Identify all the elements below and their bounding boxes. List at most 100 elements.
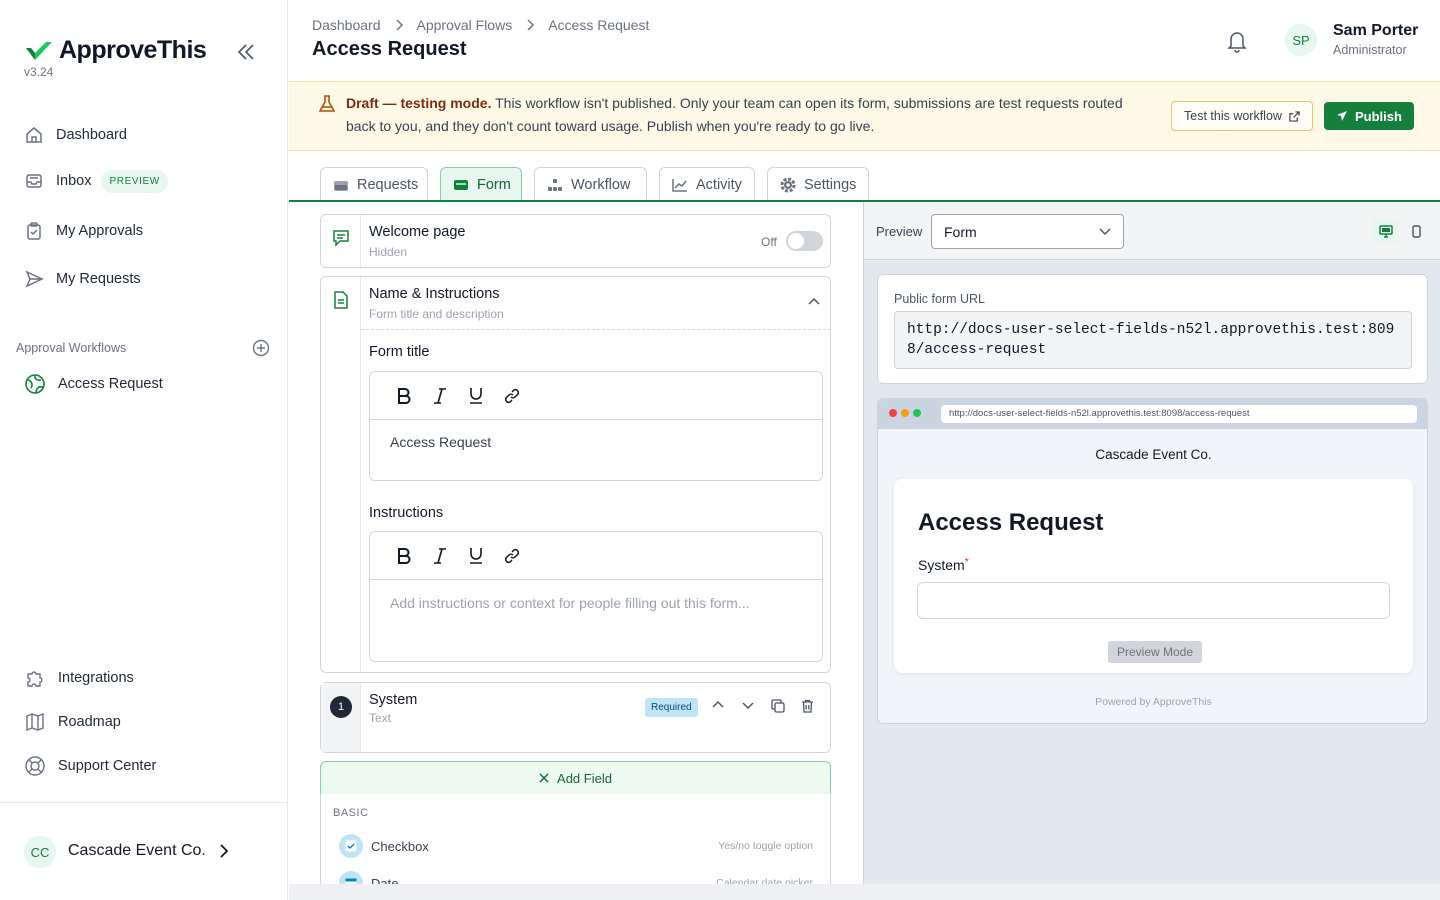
bold-icon[interactable] — [386, 378, 422, 414]
italic-icon[interactable] — [422, 538, 458, 574]
nav-support-center[interactable]: Support Center — [24, 754, 156, 778]
welcome-page-card[interactable]: Welcome page Hidden Off — [320, 214, 831, 268]
card-gutter — [321, 215, 361, 267]
powered-by: Powered by ApproveThis — [1095, 696, 1212, 708]
nav-roadmap[interactable]: Roadmap — [24, 710, 121, 734]
breadcrumb-dashboard[interactable]: Dashboard — [312, 17, 381, 33]
public-url-field[interactable]: http://docs-user-select-fields-n52l.appr… — [894, 311, 1412, 369]
field-option-checkbox[interactable]: Checkbox Yes/no toggle option — [339, 834, 813, 858]
welcome-page-toggle[interactable] — [786, 231, 823, 251]
send-icon — [24, 269, 44, 289]
tab-form-label: Form — [477, 176, 511, 193]
nav-integrations[interactable]: Integrations — [24, 666, 134, 690]
editor-toolbar — [370, 372, 822, 420]
nav-my-requests[interactable]: My Requests — [24, 267, 141, 291]
bell-icon[interactable] — [1226, 29, 1248, 53]
trash-icon[interactable] — [801, 699, 814, 713]
publish-button[interactable]: Publish — [1324, 102, 1414, 130]
tab-settings[interactable]: Settings — [767, 167, 869, 201]
required-badge: Required — [645, 698, 698, 717]
preview-field-label-text: System — [918, 557, 965, 573]
public-url-label: Public form URL — [894, 292, 985, 306]
name-instructions-sub: Form title and description — [369, 307, 504, 321]
sidebar-divider — [0, 802, 288, 803]
sidebar: ApproveThis v3.24 Dashboard Inbox PREVIE… — [0, 0, 288, 900]
nav-my-approvals[interactable]: My Approvals — [24, 219, 143, 243]
desktop-preview-icon[interactable] — [1373, 219, 1399, 243]
basic-section-label: BASIC — [333, 807, 369, 819]
rocket-icon — [1336, 110, 1348, 122]
instructions-input[interactable]: Add instructions or context for people f… — [370, 580, 822, 625]
move-down-icon[interactable] — [742, 702, 754, 710]
browser-url: http://docs-user-select-fields-n52l.appr… — [941, 405, 1417, 423]
publish-label: Publish — [1355, 108, 1402, 124]
collapse-sidebar-icon[interactable] — [236, 42, 256, 62]
nav-my-requests-label: My Requests — [56, 271, 141, 287]
org-avatar[interactable]: CC — [24, 836, 56, 868]
tab-form[interactable]: Form — [440, 167, 522, 201]
close-icon — [539, 773, 549, 783]
name-instructions-title: Name & Instructions — [369, 286, 500, 302]
preview-select-value: Form — [944, 223, 977, 240]
duplicate-icon[interactable] — [771, 699, 785, 713]
editor-toolbar — [370, 532, 822, 580]
org-name[interactable]: Cascade Event Co. — [68, 842, 206, 860]
user-avatar[interactable]: SP — [1285, 24, 1317, 56]
draft-banner: Draft — testing mode. This workflow isn'… — [289, 81, 1440, 151]
system-field-type: Text — [369, 711, 392, 725]
form-title-input[interactable]: Access Request — [370, 420, 822, 464]
required-asterisk: * — [964, 557, 969, 568]
chart-line-icon — [672, 178, 688, 192]
external-link-icon — [1289, 110, 1300, 122]
preview-form-title: Access Request — [918, 509, 1104, 536]
welcome-page-title: Welcome page — [369, 224, 466, 240]
welcome-page-status: Hidden — [369, 245, 408, 259]
card-divider — [361, 329, 831, 330]
field-number-badge: 1 — [330, 696, 352, 718]
nav-roadmap-label: Roadmap — [58, 714, 121, 730]
nav-dashboard[interactable]: Dashboard — [24, 123, 127, 147]
nav-inbox[interactable]: Inbox PREVIEW — [24, 169, 168, 193]
bottom-bar — [289, 884, 1440, 900]
form-title-editor: Access Request — [369, 371, 823, 481]
preview-mode-select[interactable]: Form — [931, 214, 1124, 249]
user-name[interactable]: Sam Porter — [1333, 22, 1418, 40]
link-icon[interactable] — [494, 378, 530, 414]
mobile-preview-icon[interactable] — [1405, 219, 1427, 243]
chevron-right-icon — [526, 19, 535, 31]
field-option-name: Checkbox — [371, 838, 429, 854]
bold-icon[interactable] — [386, 538, 422, 574]
map-icon — [24, 711, 46, 733]
preview-panel: Preview Form Public form URL http://docs… — [863, 202, 1440, 884]
home-icon — [24, 125, 44, 145]
add-workflow-icon[interactable] — [252, 339, 270, 357]
add-field-label: Add Field — [557, 770, 612, 786]
nav-dashboard-label: Dashboard — [56, 127, 127, 143]
preview-system-input[interactable] — [917, 582, 1390, 619]
chevron-right-icon[interactable] — [216, 843, 230, 859]
card-gutter: 1 — [321, 683, 361, 752]
italic-icon[interactable] — [422, 378, 458, 414]
system-field-card[interactable]: 1 System Text Required — [320, 682, 831, 753]
underline-icon[interactable] — [458, 378, 494, 414]
add-field-button[interactable]: Add Field — [320, 761, 831, 795]
tab-requests[interactable]: Requests — [320, 167, 428, 201]
preview-label: Preview — [876, 224, 923, 239]
link-icon[interactable] — [494, 538, 530, 574]
chat-icon — [332, 229, 350, 247]
form-title-label: Form title — [369, 344, 430, 360]
move-up-icon[interactable] — [712, 700, 724, 708]
underline-icon[interactable] — [458, 538, 494, 574]
nav-workflow-access-request[interactable]: Access Request — [24, 372, 163, 396]
flask-icon — [319, 95, 335, 113]
test-workflow-button[interactable]: Test this workflow — [1171, 101, 1313, 131]
name-instructions-card: Name & Instructions Form title and descr… — [320, 276, 831, 673]
breadcrumb-approval-flows[interactable]: Approval Flows — [417, 17, 513, 33]
tab-workflow[interactable]: Workflow — [534, 167, 647, 201]
tab-activity[interactable]: Activity — [659, 167, 755, 201]
nav-inbox-label: Inbox — [56, 173, 92, 189]
chevron-right-icon — [395, 19, 403, 31]
chevron-up-icon[interactable] — [808, 297, 820, 305]
user-role: Administrator — [1333, 43, 1407, 57]
lifebuoy-icon — [24, 755, 46, 777]
